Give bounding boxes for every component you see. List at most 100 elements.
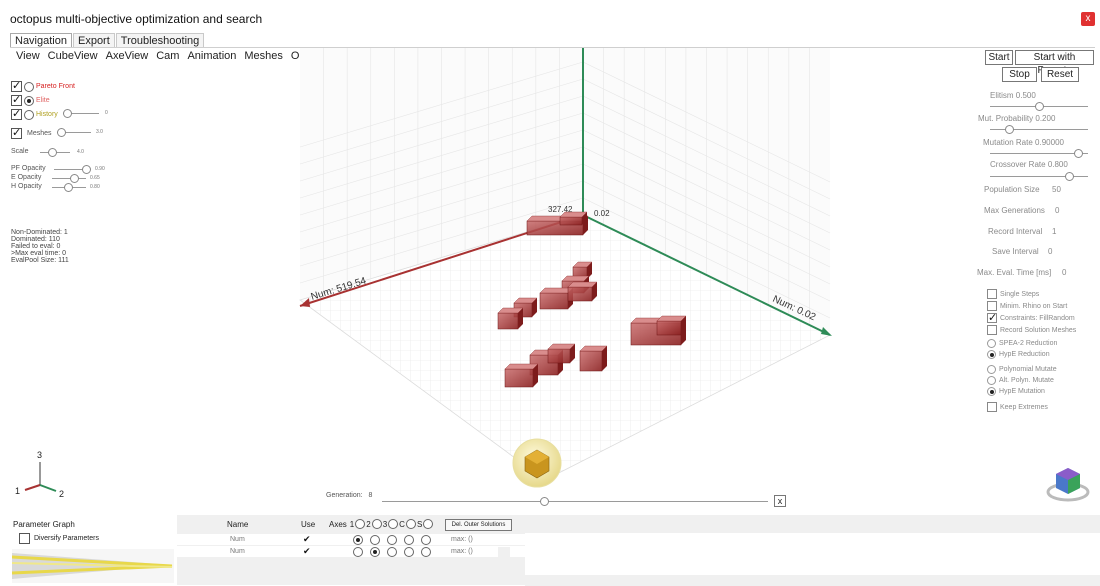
solution-cube[interactable] <box>572 266 588 280</box>
hype-mutation-row[interactable]: HypE Mutation <box>987 387 1045 396</box>
menu-cam[interactable]: Cam <box>156 50 179 62</box>
solution-cubes[interactable] <box>497 211 687 388</box>
max-generations-value[interactable]: 0 <box>1055 206 1059 215</box>
elite-checkbox[interactable] <box>11 93 22 106</box>
row2-axis-2-radio[interactable] <box>370 547 380 557</box>
menu-view[interactable]: View <box>16 50 40 62</box>
close-window-button[interactable]: x <box>1081 12 1095 26</box>
menu-animation[interactable]: Animation <box>187 50 236 62</box>
keep-extremes-checkbox[interactable] <box>987 402 997 412</box>
menu-cubeview[interactable]: CubeView <box>48 50 98 62</box>
e-opacity-slider[interactable] <box>52 174 86 183</box>
record-meshes-row[interactable]: Record Solution Meshes <box>987 325 1076 335</box>
axes-1-radio[interactable] <box>355 519 366 529</box>
row1-axis-s-radio[interactable] <box>421 535 431 545</box>
navigation-sphere[interactable] <box>512 438 562 488</box>
solution-cube[interactable] <box>630 322 682 346</box>
spea2-row[interactable]: SPEA-2 Reduction <box>987 339 1057 348</box>
meshes-checkbox[interactable] <box>11 126 22 139</box>
row2-axis-1-radio[interactable] <box>353 547 363 557</box>
solution-cube[interactable] <box>539 292 569 310</box>
h-opacity-slider[interactable] <box>52 183 86 192</box>
solution-cube[interactable] <box>561 280 585 294</box>
record-interval-value[interactable]: 1 <box>1052 227 1056 236</box>
constraints-row[interactable]: Constraints: FillRandom <box>987 311 1075 324</box>
history-slider[interactable] <box>63 109 99 118</box>
pareto-checkbox[interactable] <box>11 79 22 92</box>
crossover-rate-slider[interactable] <box>990 172 1088 181</box>
solution-cube[interactable] <box>559 216 583 226</box>
row1-axis-c-radio[interactable] <box>404 535 414 545</box>
constraints-checkbox[interactable] <box>987 311 997 324</box>
minim-rhino-row[interactable]: Minim. Rhino on Start <box>987 301 1067 311</box>
mutation-rate-slider[interactable] <box>990 149 1088 158</box>
solution-cube[interactable] <box>513 302 533 318</box>
viewport-3d[interactable]: Num: 519.54 Num: 0.02 0.02 327.42 3 1 2 <box>0 0 1100 515</box>
alt-poly-radio[interactable] <box>987 376 996 385</box>
menu-info[interactable]: Info <box>348 50 366 62</box>
row2-axis-c-radio[interactable] <box>404 547 414 557</box>
tab-navigation[interactable]: Navigation <box>10 33 72 48</box>
max-eval-time-value[interactable]: 0 <box>1062 268 1066 277</box>
axes-c-radio[interactable] <box>405 519 416 529</box>
solution-cube[interactable] <box>526 220 584 236</box>
menu-axeview[interactable]: AxeView <box>106 50 149 62</box>
history-radio[interactable] <box>24 109 34 120</box>
axes-2-radio[interactable] <box>371 519 382 529</box>
history-checkbox[interactable] <box>11 107 22 120</box>
minim-rhino-checkbox[interactable] <box>987 301 997 311</box>
solution-cube[interactable] <box>504 368 534 388</box>
generation-slider-track[interactable] <box>382 501 768 502</box>
delete-outer-solutions-button[interactable]: Del. Outer Solutions <box>445 519 512 531</box>
scale-slider[interactable] <box>40 148 70 157</box>
row2-axis-3-radio[interactable] <box>387 547 397 557</box>
row1-use-check[interactable]: ✔ <box>303 534 311 545</box>
alt-poly-row[interactable]: Alt. Polyn. Mutate <box>987 376 1054 385</box>
row1-axis-1-radio[interactable] <box>353 535 363 545</box>
poly-mutate-row[interactable]: Polynomial Mutate <box>987 365 1057 374</box>
generation-slider-knob[interactable] <box>540 497 549 506</box>
row2-edit-cell[interactable] <box>498 547 510 557</box>
solution-cube[interactable] <box>497 312 519 330</box>
population-size-value[interactable]: 50 <box>1052 185 1061 194</box>
solution-cube[interactable] <box>547 348 571 364</box>
menu-operators[interactable]: Operators <box>291 50 340 62</box>
diversify-row[interactable]: Diversify Parameters <box>19 533 99 544</box>
menu-meshes[interactable]: Meshes <box>244 50 283 62</box>
start-button[interactable]: Start <box>985 50 1013 65</box>
tab-export[interactable]: Export <box>72 33 115 48</box>
meshes-slider[interactable] <box>57 128 91 137</box>
solution-cube[interactable] <box>567 286 593 302</box>
hype-mutation-radio[interactable] <box>987 387 996 396</box>
spea2-radio[interactable] <box>987 339 996 348</box>
poly-mutate-radio[interactable] <box>987 365 996 374</box>
stop-button[interactable]: Stop <box>1002 67 1037 82</box>
solution-cube[interactable] <box>656 320 682 336</box>
diversify-checkbox[interactable] <box>19 533 30 544</box>
record-meshes-checkbox[interactable] <box>987 325 997 335</box>
elite-radio[interactable] <box>24 95 34 106</box>
keep-extremes-row[interactable]: Keep Extremes <box>987 402 1048 412</box>
elitism-slider[interactable] <box>990 102 1088 111</box>
hype-reduction-radio[interactable] <box>987 350 996 359</box>
axes-2-label: 2 <box>366 519 371 529</box>
save-interval-value[interactable]: 0 <box>1048 247 1052 256</box>
tab-troubleshooting[interactable]: Troubleshooting <box>115 33 205 48</box>
pf-opacity-slider[interactable] <box>54 165 91 174</box>
solution-cube[interactable] <box>579 350 603 372</box>
pareto-radio[interactable] <box>24 81 34 92</box>
axes-s-radio[interactable] <box>423 519 434 529</box>
row2-axis-s-radio[interactable] <box>421 547 431 557</box>
solution-cube[interactable] <box>529 354 559 376</box>
generation-clear-button[interactable]: x <box>774 495 786 507</box>
row1-axis-2-radio[interactable] <box>370 535 380 545</box>
single-steps-row[interactable]: Single Steps <box>987 289 1039 299</box>
axes-3-radio[interactable] <box>388 519 399 529</box>
mut-prob-slider[interactable] <box>990 125 1088 134</box>
reset-button[interactable]: Reset <box>1041 67 1079 82</box>
start-with-presets-button[interactable]: Start with Presets <box>1015 50 1094 76</box>
single-steps-checkbox[interactable] <box>987 289 997 299</box>
hype-reduction-row[interactable]: HypE Reduction <box>987 350 1050 359</box>
row2-use-check[interactable]: ✔ <box>303 546 311 557</box>
row1-axis-3-radio[interactable] <box>387 535 397 545</box>
